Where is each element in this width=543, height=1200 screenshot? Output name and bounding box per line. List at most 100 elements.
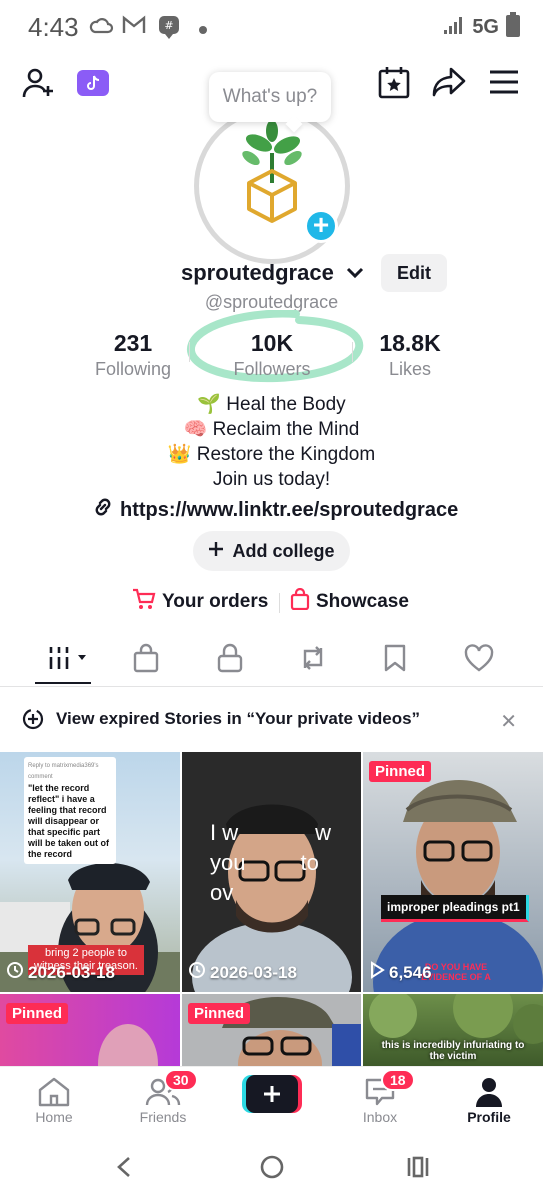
- display-name[interactable]: sproutedgrace: [181, 260, 334, 286]
- profile-icon: [449, 1075, 529, 1109]
- repost-icon: [298, 643, 328, 678]
- link-icon: [92, 496, 114, 524]
- video-date: 2026-03-18: [28, 962, 115, 982]
- thumbnail-image: [373, 780, 543, 992]
- video-meta: 2026-03-18: [188, 961, 297, 984]
- followers-count: 10K: [250, 330, 294, 356]
- inbox-badge: 18: [381, 1069, 415, 1091]
- nav-home[interactable]: Home: [14, 1075, 94, 1125]
- nav-profile[interactable]: Profile: [449, 1075, 529, 1125]
- add-story-plus-icon[interactable]: +: [304, 209, 338, 243]
- bio-line: Join us today!: [212, 469, 331, 490]
- pinned-badge: Pinned: [369, 761, 432, 782]
- video-tile[interactable]: Pinned improper pleadings pt1 DO YOU HAV…: [363, 752, 543, 992]
- following-count: 231: [113, 330, 153, 356]
- tiktok-studio-icon[interactable]: [77, 70, 109, 101]
- content-tabs: [0, 638, 543, 686]
- calendar-star-icon[interactable]: [378, 66, 410, 105]
- nav-inbox-label: Inbox: [362, 1109, 398, 1125]
- chevron-down-icon[interactable]: [345, 265, 365, 286]
- nav-home-label: Home: [35, 1109, 73, 1125]
- your-orders-button[interactable]: Your orders: [132, 588, 268, 616]
- dot-icon: [198, 22, 208, 40]
- bio: 🌱 Heal the Body 🧠 Reclaim the Mind 👑 Res…: [0, 392, 543, 492]
- video-meta: 6,546: [369, 961, 432, 984]
- add-friend-icon[interactable]: [22, 66, 56, 105]
- stories-text: View expired Stories in “Your private vi…: [56, 709, 421, 728]
- reply-comment: Reply to matrixmedia369's comment "let t…: [24, 757, 116, 864]
- reply-header: Reply to matrixmedia369's comment: [28, 763, 99, 780]
- video-overlay-text: I wxxxxxxxwyouxxxxxtoov: [210, 820, 332, 905]
- android-nav-bar: [0, 1138, 543, 1200]
- stat-followers[interactable]: 10K Followers: [222, 330, 322, 380]
- bio-line: 🌱 Heal the Body: [197, 394, 346, 415]
- nav-friends-label: Friends: [139, 1109, 187, 1125]
- clock-icon: [188, 961, 206, 984]
- active-tab-indicator: [35, 682, 91, 684]
- video-tile[interactable]: this is incredibly infuriating to the vi…: [363, 994, 543, 1066]
- close-icon[interactable]: ✕: [500, 709, 517, 734]
- orders-label: Your orders: [162, 591, 269, 612]
- back-icon[interactable]: [114, 1155, 134, 1184]
- tab-private[interactable]: [210, 642, 250, 678]
- signal-icon: [442, 14, 466, 41]
- showcase-button[interactable]: Showcase: [290, 587, 409, 616]
- friends-badge: 30: [164, 1069, 198, 1091]
- divider: [189, 342, 190, 362]
- tab-reposts[interactable]: [293, 642, 333, 678]
- add-college-label: Add college: [232, 540, 335, 561]
- add-college-button[interactable]: Add college: [193, 531, 350, 571]
- tab-shop[interactable]: [126, 642, 166, 678]
- bio-line: 👑 Restore the Kingdom: [167, 444, 376, 465]
- plus-icon: [242, 1075, 302, 1113]
- share-icon[interactable]: [432, 66, 466, 103]
- gmail-icon: [122, 14, 146, 41]
- cart-icon: [132, 588, 156, 616]
- recents-icon[interactable]: [406, 1155, 430, 1184]
- view-count: 6,546: [389, 962, 432, 982]
- stat-likes[interactable]: 18.8K Likes: [368, 330, 452, 380]
- showcase-label: Showcase: [316, 591, 409, 612]
- play-icon: [369, 961, 385, 984]
- video-subtitle: this is incredibly infuriating to the vi…: [381, 1040, 525, 1062]
- home-circle-icon[interactable]: [259, 1154, 285, 1185]
- video-grid: Reply to matrixmedia369's comment "let t…: [0, 752, 543, 1066]
- bookmark-icon: [383, 643, 407, 678]
- tab-favorites[interactable]: [375, 642, 415, 678]
- svg-text:#: #: [164, 19, 173, 32]
- plus-icon: [208, 541, 224, 562]
- clock-icon: [6, 961, 24, 984]
- tab-liked[interactable]: [459, 642, 499, 678]
- status-bar: 4:43 # 5G: [0, 0, 543, 56]
- likes-label: Likes: [388, 359, 432, 379]
- network-label: 5G: [472, 16, 499, 38]
- pinned-badge: Pinned: [188, 1003, 251, 1024]
- shopping-bag-icon: [132, 643, 160, 678]
- pinned-badge: Pinned: [6, 1003, 69, 1024]
- video-caption: improper pleadings pt1: [381, 895, 529, 922]
- video-tile[interactable]: Reply to matrixmedia369's comment "let t…: [0, 752, 180, 992]
- create-button[interactable]: [242, 1075, 302, 1113]
- profile-link[interactable]: https://www.linktr.ee/sproutedgrace: [92, 496, 458, 524]
- whats-up-bubble[interactable]: What's up?: [209, 72, 331, 122]
- cloud-icon: [88, 14, 114, 41]
- video-tile[interactable]: Pinned: [0, 994, 180, 1066]
- video-tile[interactable]: I wxxxxxxxwyouxxxxxtoov 2026-03-18: [182, 752, 361, 992]
- divider: [279, 593, 280, 613]
- followers-label: Followers: [233, 359, 311, 379]
- link-text: https://www.linktr.ee/sproutedgrace: [120, 498, 459, 521]
- stat-following[interactable]: 231 Following: [88, 330, 178, 380]
- divider: [0, 686, 543, 687]
- video-tile[interactable]: Pinned: [182, 994, 361, 1066]
- menu-icon[interactable]: [489, 70, 519, 99]
- story-plus-icon: [22, 708, 44, 735]
- status-time: 4:43: [28, 12, 79, 42]
- tab-videos[interactable]: [45, 642, 91, 678]
- bio-line: 🧠 Reclaim the Mind: [183, 419, 360, 440]
- expired-stories-banner[interactable]: View expired Stories in “Your private vi…: [0, 700, 543, 738]
- comment-text: "let the record reflect" i have a feelin…: [28, 783, 110, 859]
- grid-videos-icon: [46, 643, 90, 678]
- likes-count: 18.8K: [379, 330, 441, 356]
- video-date: 2026-03-18: [210, 962, 297, 982]
- edit-profile-button[interactable]: Edit: [381, 254, 447, 292]
